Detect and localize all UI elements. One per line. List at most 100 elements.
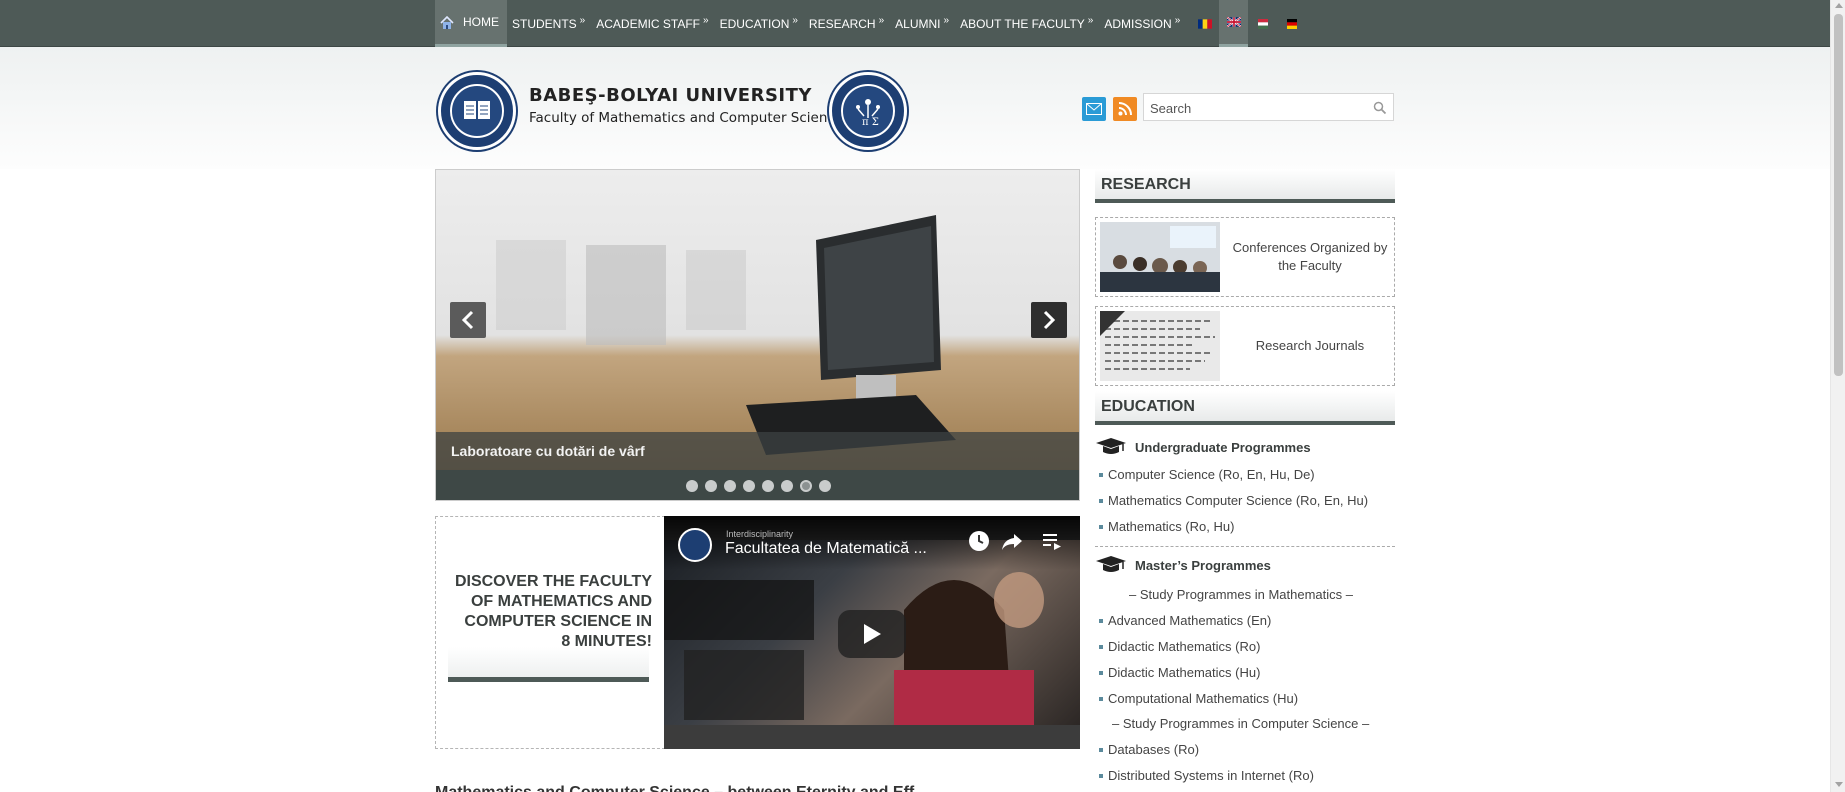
undergraduate-programmes-heading: Undergraduate Programmes [1095,437,1311,457]
home-icon[interactable] [435,0,459,47]
undergraduate-programmes-link[interactable]: Undergraduate Programmes [1135,440,1311,455]
language-de-button[interactable] [1277,0,1306,47]
nav-item-admission[interactable]: ADMISSION» [1099,0,1186,47]
slider-prev-button[interactable] [450,302,486,338]
nav-menu: HOME STUDENTS» ACADEMIC STAFF» EDUCATION… [435,0,1306,47]
slider-dot[interactable] [686,480,698,492]
university-name[interactable]: BABEŞ-BOLYAI UNIVERSITY [529,85,812,106]
research-card-journals[interactable]: Research Journals [1095,306,1395,386]
svg-text:π Σ: π Σ [862,117,879,126]
video-footer [664,725,1080,749]
nav-item-students[interactable]: STUDENTS» [507,0,591,47]
faculty-name[interactable]: Faculty of Mathematics and Computer Scie… [529,110,843,126]
slider-dot[interactable] [724,480,736,492]
chevron-left-icon [461,310,474,330]
slider-pagination [436,470,1079,500]
youtube-video-embed[interactable]: Interdisciplinarity Facultatea de Matema… [664,516,1080,749]
research-card-label: Research Journals [1255,338,1365,353]
nav-item-academic-staff[interactable]: ACADEMIC STAFF» [591,0,714,47]
search-input[interactable] [1150,99,1370,117]
submenu-marker-icon: » [703,15,709,26]
header [0,47,1830,169]
programme-link[interactable]: Databases (Ro) [1099,742,1199,757]
masters-programmes-link[interactable]: Master’s Programmes [1135,558,1271,573]
nav-item-label: EDUCATION [719,16,790,31]
research-card-label: Conferences Organized by the Faculty [1232,240,1388,273]
slider-next-button[interactable] [1031,302,1067,338]
faculty-seal-pi-icon: π Σ [841,84,895,138]
slider-dot[interactable] [762,480,774,492]
nav-item-label: STUDENTS [512,16,577,31]
university-seal-logo[interactable] [438,72,516,150]
playlist-button[interactable] [1037,530,1067,572]
watch-later-button[interactable] [964,530,994,572]
masters-programmes-heading: Master’s Programmes [1095,555,1271,575]
article-heading[interactable]: Mathematics and Computer Science – betwe… [435,784,928,792]
nav-item-home[interactable]: HOME [459,0,507,47]
nav-item-label: ADMISSION [1104,16,1172,31]
clock-icon [969,531,989,551]
slider-dot[interactable] [743,480,755,492]
programme-link[interactable]: Didactic Mathematics (Hu) [1099,665,1260,680]
conference-thumbnail [1100,222,1220,292]
nav-item-label: HOME [463,15,499,29]
page-scrollbar[interactable] [1830,0,1845,792]
submenu-marker-icon: » [579,15,586,26]
research-section-heading: RESEARCH [1095,169,1395,203]
education-heading-text: EDUCATION [1101,398,1195,415]
submenu-marker-icon: » [878,15,885,26]
rss-feed-icon[interactable] [1113,97,1137,121]
germany-flag-icon [1286,18,1297,29]
programme-link[interactable]: Advanced Mathematics (En) [1099,613,1271,628]
submenu-marker-icon: » [792,15,798,26]
nav-item-research[interactable]: RESEARCH» [804,0,890,47]
nav-item-label: RESEARCH [808,16,876,31]
slider-dot[interactable] [781,480,793,492]
share-icon [1002,534,1022,550]
programme-link[interactable]: Mathematics Computer Science (Ro, En, Hu… [1099,493,1368,508]
slide-caption: Laboratoare cu dotări de vârf [436,432,1079,470]
nav-item-alumni[interactable]: ALUMNI» [890,0,955,47]
email-icon[interactable] [1082,97,1106,121]
math-programmes-subheading: – Study Programmes in Mathematics – [1129,587,1353,602]
programme-link[interactable]: Computational Mathematics (Hu) [1099,691,1298,706]
research-card-conferences[interactable]: Conferences Organized by the Faculty [1095,217,1395,297]
discover-promo-text: DISCOVER THE FACULTY OF MATHEMATICS AND … [454,573,652,650]
nav-item-label: ACADEMIC STAFF [596,16,701,31]
education-section-heading: EDUCATION [1095,391,1395,425]
language-hu-button[interactable] [1248,0,1277,47]
channel-avatar[interactable] [678,528,712,562]
graduation-cap-icon [1096,556,1126,572]
slide-image-computer-lab [436,170,1079,470]
nav-item-about-the-faculty[interactable]: ABOUT THE FACULTY» [955,0,1099,47]
romania-flag-icon [1197,18,1212,29]
divider [1095,546,1395,547]
language-en-button[interactable] [1219,0,1249,47]
faculty-seal-logo[interactable]: π Σ [829,72,907,150]
nav-item-education[interactable]: EDUCATION» [715,0,804,47]
playlist-icon [1043,534,1061,550]
slider-dot-active[interactable] [800,480,812,492]
scroll-up-arrow-icon[interactable] [1835,3,1843,8]
programme-link[interactable]: Distributed Systems in Internet (Ro) [1099,768,1314,783]
top-navigation: HOME STUDENTS» ACADEMIC STAFF» EDUCATION… [0,0,1830,47]
video-title[interactable]: Facultatea de Matematică ... [725,540,955,558]
play-button[interactable] [838,610,906,658]
programme-link[interactable]: Computer Science (Ro, En, Hu, De) [1099,467,1315,482]
journal-thumbnail [1100,311,1220,381]
scrollbar-thumb[interactable] [1834,14,1843,376]
programme-link[interactable]: Mathematics (Ro, Hu) [1099,519,1234,534]
scroll-down-arrow-icon[interactable] [1835,782,1843,787]
play-icon [864,624,881,644]
language-ro-button[interactable] [1190,0,1219,47]
search-icon[interactable] [1373,101,1387,115]
share-button[interactable] [997,530,1027,572]
submenu-marker-icon: » [1087,15,1094,26]
channel-name: Interdisciplinarity [726,529,794,539]
programme-link[interactable]: Didactic Mathematics (Ro) [1099,639,1260,654]
discover-promo: DISCOVER THE FACULTY OF MATHEMATICS AND … [435,516,665,749]
slider-dot[interactable] [819,480,831,492]
submenu-marker-icon: » [943,15,950,26]
slider-dot[interactable] [705,480,717,492]
nav-item-label: ALUMNI [895,16,941,31]
